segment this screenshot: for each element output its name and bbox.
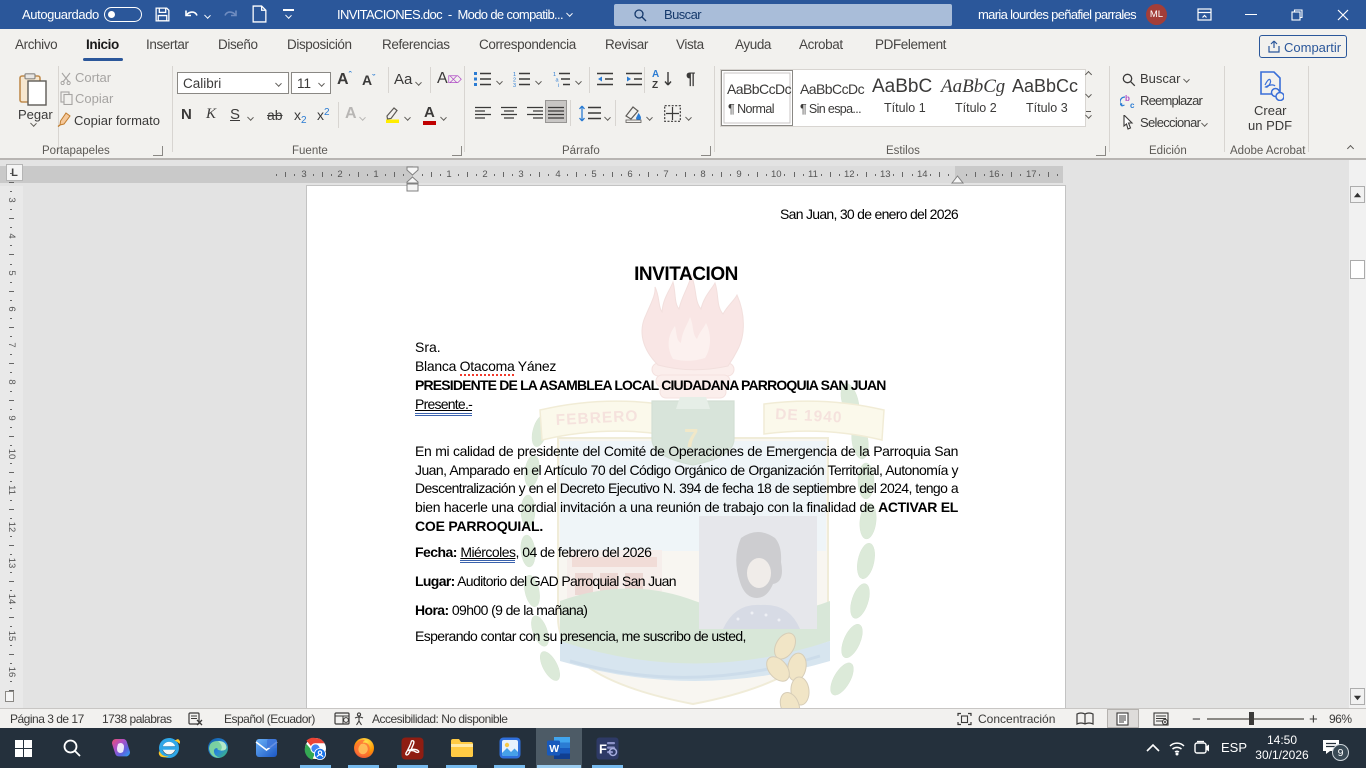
svg-text:3: 3 <box>513 83 516 87</box>
svg-text:F: F <box>599 742 607 757</box>
svg-text:i: i <box>558 83 559 87</box>
svg-text:c: c <box>1130 101 1135 109</box>
svg-text:W: W <box>549 743 559 755</box>
